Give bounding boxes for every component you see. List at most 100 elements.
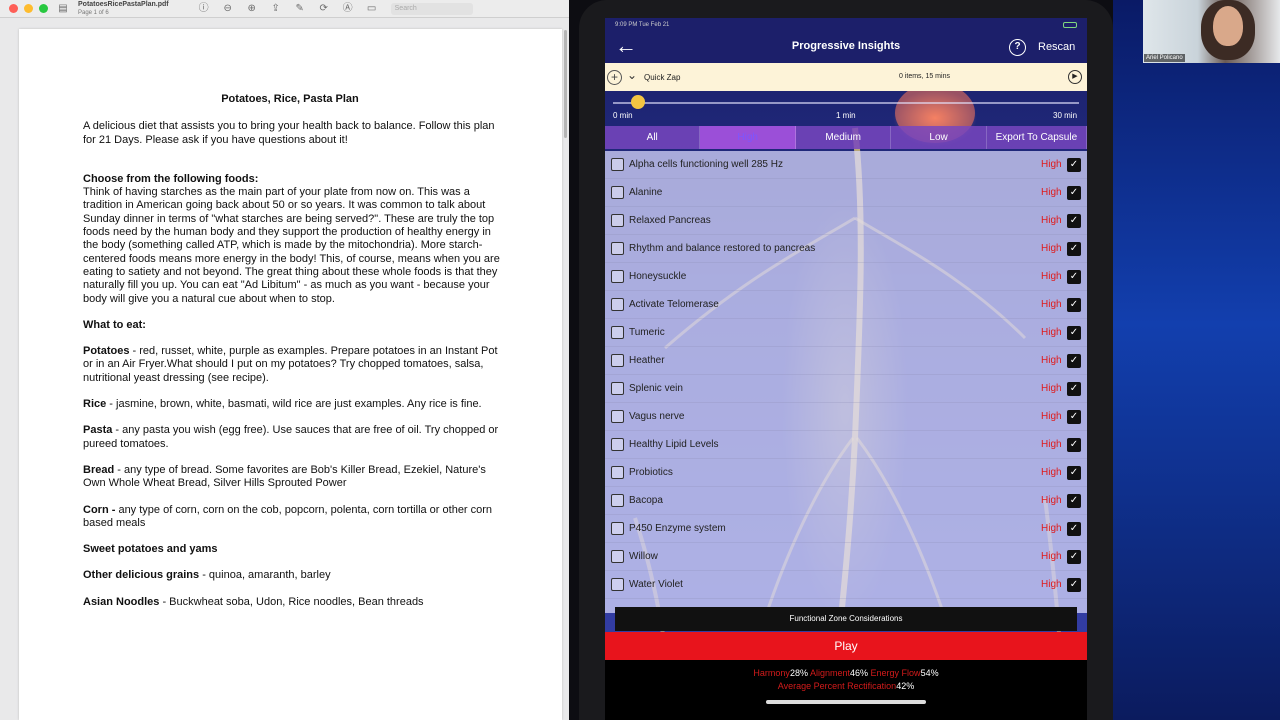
food-term: Rice bbox=[83, 398, 107, 411]
checked-checkbox[interactable]: ✓ bbox=[1067, 186, 1081, 200]
zoom-in-icon[interactable]: ⊕ bbox=[245, 3, 259, 15]
tab-low[interactable]: Low bbox=[891, 126, 987, 149]
rotate-icon[interactable]: ⟳ bbox=[317, 3, 331, 15]
rescan-button[interactable]: Rescan bbox=[1038, 41, 1075, 53]
export-to-capsule-button[interactable]: Export To Capsule bbox=[987, 126, 1087, 149]
average-rectification-label: Average Percent Rectification bbox=[777, 681, 897, 691]
what-to-eat-heading: What to eat: bbox=[83, 318, 146, 331]
markup-pen-icon[interactable]: ✎ bbox=[293, 3, 307, 15]
document-filename[interactable]: PotatoesRicePastaPlan.pdf bbox=[78, 1, 169, 9]
play-button[interactable]: Play bbox=[605, 632, 1087, 660]
list-item[interactable]: Alanine High ✓ bbox=[605, 179, 1087, 207]
list-item[interactable]: Relaxed Pancreas High ✓ bbox=[605, 207, 1087, 235]
checked-checkbox[interactable]: ✓ bbox=[1067, 382, 1081, 396]
checked-checkbox[interactable]: ✓ bbox=[1067, 438, 1081, 452]
checked-checkbox[interactable]: ✓ bbox=[1067, 410, 1081, 424]
food-item: Pasta - any pasta you wish (egg free). U… bbox=[83, 424, 503, 451]
select-checkbox[interactable] bbox=[611, 466, 624, 479]
list-item[interactable]: Probiotics High ✓ bbox=[605, 459, 1087, 487]
status-bar-time: 9:09 PM Tue Feb 21 bbox=[615, 22, 670, 28]
minimize-window-button[interactable] bbox=[24, 4, 33, 13]
item-name: Probiotics bbox=[629, 467, 673, 478]
list-item[interactable]: Activate Telomerase High ✓ bbox=[605, 291, 1087, 319]
select-checkbox[interactable] bbox=[611, 578, 624, 591]
select-checkbox[interactable] bbox=[611, 214, 624, 227]
stats-footer: Harmony28% Alignment46% Energy Flow54% A… bbox=[605, 660, 1087, 720]
select-checkbox[interactable] bbox=[611, 186, 624, 199]
help-icon[interactable]: ? bbox=[1009, 39, 1026, 56]
play-circle-icon[interactable]: ▶ bbox=[1068, 70, 1082, 84]
chevron-down-icon[interactable]: ⌄ bbox=[627, 68, 637, 82]
search-input[interactable]: Search bbox=[390, 2, 473, 15]
list-item[interactable]: Heather High ✓ bbox=[605, 347, 1087, 375]
pdf-scrollbar[interactable] bbox=[564, 30, 567, 138]
select-checkbox[interactable] bbox=[611, 438, 624, 451]
list-item[interactable]: Willow High ✓ bbox=[605, 543, 1087, 571]
checked-checkbox[interactable]: ✓ bbox=[1067, 298, 1081, 312]
document-page-info: Page 1 of 6 bbox=[78, 9, 109, 16]
tab-high[interactable]: High bbox=[700, 126, 796, 149]
slider-label-min: 0 min bbox=[613, 111, 633, 120]
select-checkbox[interactable] bbox=[611, 550, 624, 563]
form-icon[interactable]: ▭ bbox=[365, 3, 379, 15]
checked-checkbox[interactable]: ✓ bbox=[1067, 522, 1081, 536]
select-checkbox[interactable] bbox=[611, 522, 624, 535]
functional-zone-considerations-button[interactable]: Functional Zone Considerations bbox=[615, 607, 1077, 631]
select-checkbox[interactable] bbox=[611, 326, 624, 339]
annotate-icon[interactable]: Ⓐ bbox=[341, 3, 355, 15]
pdf-toolbar: ▤ PotatoesRicePastaPlan.pdf Page 1 of 6 … bbox=[0, 0, 569, 18]
choose-section: Choose from the following foods: Think o… bbox=[83, 173, 503, 306]
item-name: Honeysuckle bbox=[629, 271, 687, 282]
select-checkbox[interactable] bbox=[611, 270, 624, 283]
checked-checkbox[interactable]: ✓ bbox=[1067, 214, 1081, 228]
food-term: Bread bbox=[83, 463, 115, 476]
select-checkbox[interactable] bbox=[611, 382, 624, 395]
checked-checkbox[interactable]: ✓ bbox=[1067, 494, 1081, 508]
select-checkbox[interactable] bbox=[611, 354, 624, 367]
select-checkbox[interactable] bbox=[611, 298, 624, 311]
checked-checkbox[interactable]: ✓ bbox=[1067, 466, 1081, 480]
checked-checkbox[interactable]: ✓ bbox=[1067, 578, 1081, 592]
item-level: High bbox=[1041, 187, 1062, 198]
list-item[interactable]: Splenic vein High ✓ bbox=[605, 375, 1087, 403]
select-checkbox[interactable] bbox=[611, 158, 624, 171]
food-desc: - quinoa, amaranth, barley bbox=[199, 569, 331, 582]
add-icon[interactable]: + bbox=[607, 70, 622, 85]
intro-paragraph: A delicious diet that assists you to bri… bbox=[83, 120, 495, 146]
list-item[interactable]: Rhythm and balance restored to pancreas H… bbox=[605, 235, 1087, 263]
food-item: Asian Noodles - Buckwheat soba, Udon, Ri… bbox=[83, 596, 503, 609]
list-item[interactable]: Honeysuckle High ✓ bbox=[605, 263, 1087, 291]
checked-checkbox[interactable]: ✓ bbox=[1067, 242, 1081, 256]
checked-checkbox[interactable]: ✓ bbox=[1067, 326, 1081, 340]
select-checkbox[interactable] bbox=[611, 494, 624, 507]
list-item[interactable]: Healthy Lipid Levels High ✓ bbox=[605, 431, 1087, 459]
list-item[interactable]: Vagus nerve High ✓ bbox=[605, 403, 1087, 431]
select-checkbox[interactable] bbox=[611, 410, 624, 423]
home-indicator[interactable] bbox=[766, 700, 926, 704]
item-name: Splenic vein bbox=[629, 383, 683, 394]
list-item[interactable]: Alpha cells functioning well 285 Hz High ✓ bbox=[605, 151, 1087, 179]
select-checkbox[interactable] bbox=[611, 242, 624, 255]
close-window-button[interactable] bbox=[9, 4, 18, 13]
duration-slider-track[interactable] bbox=[613, 102, 1079, 104]
sidebar-toggle-icon[interactable]: ▤ bbox=[56, 3, 70, 15]
checked-checkbox[interactable]: ✓ bbox=[1067, 354, 1081, 368]
duration-slider-thumb[interactable] bbox=[631, 95, 645, 109]
presenter-name: Ariel Policano bbox=[1144, 54, 1185, 62]
list-item[interactable]: Bacopa High ✓ bbox=[605, 487, 1087, 515]
list-item[interactable]: P450 Enzyme system High ✓ bbox=[605, 515, 1087, 543]
share-icon[interactable]: ⇪ bbox=[269, 3, 283, 15]
zoom-window-button[interactable] bbox=[39, 4, 48, 13]
energy-flow-label: Energy Flow bbox=[870, 668, 921, 678]
desktop-background-strip bbox=[1113, 0, 1280, 720]
item-level: High bbox=[1041, 355, 1062, 366]
checked-checkbox[interactable]: ✓ bbox=[1067, 158, 1081, 172]
checked-checkbox[interactable]: ✓ bbox=[1067, 550, 1081, 564]
checked-checkbox[interactable]: ✓ bbox=[1067, 270, 1081, 284]
list-item[interactable]: Tumeric High ✓ bbox=[605, 319, 1087, 347]
info-icon[interactable]: ⓘ bbox=[197, 3, 211, 15]
list-item[interactable]: Water Violet High ✓ bbox=[605, 571, 1087, 599]
tab-medium[interactable]: Medium bbox=[796, 126, 892, 149]
tab-all[interactable]: All bbox=[605, 126, 701, 149]
zoom-out-icon[interactable]: ⊖ bbox=[221, 3, 235, 15]
